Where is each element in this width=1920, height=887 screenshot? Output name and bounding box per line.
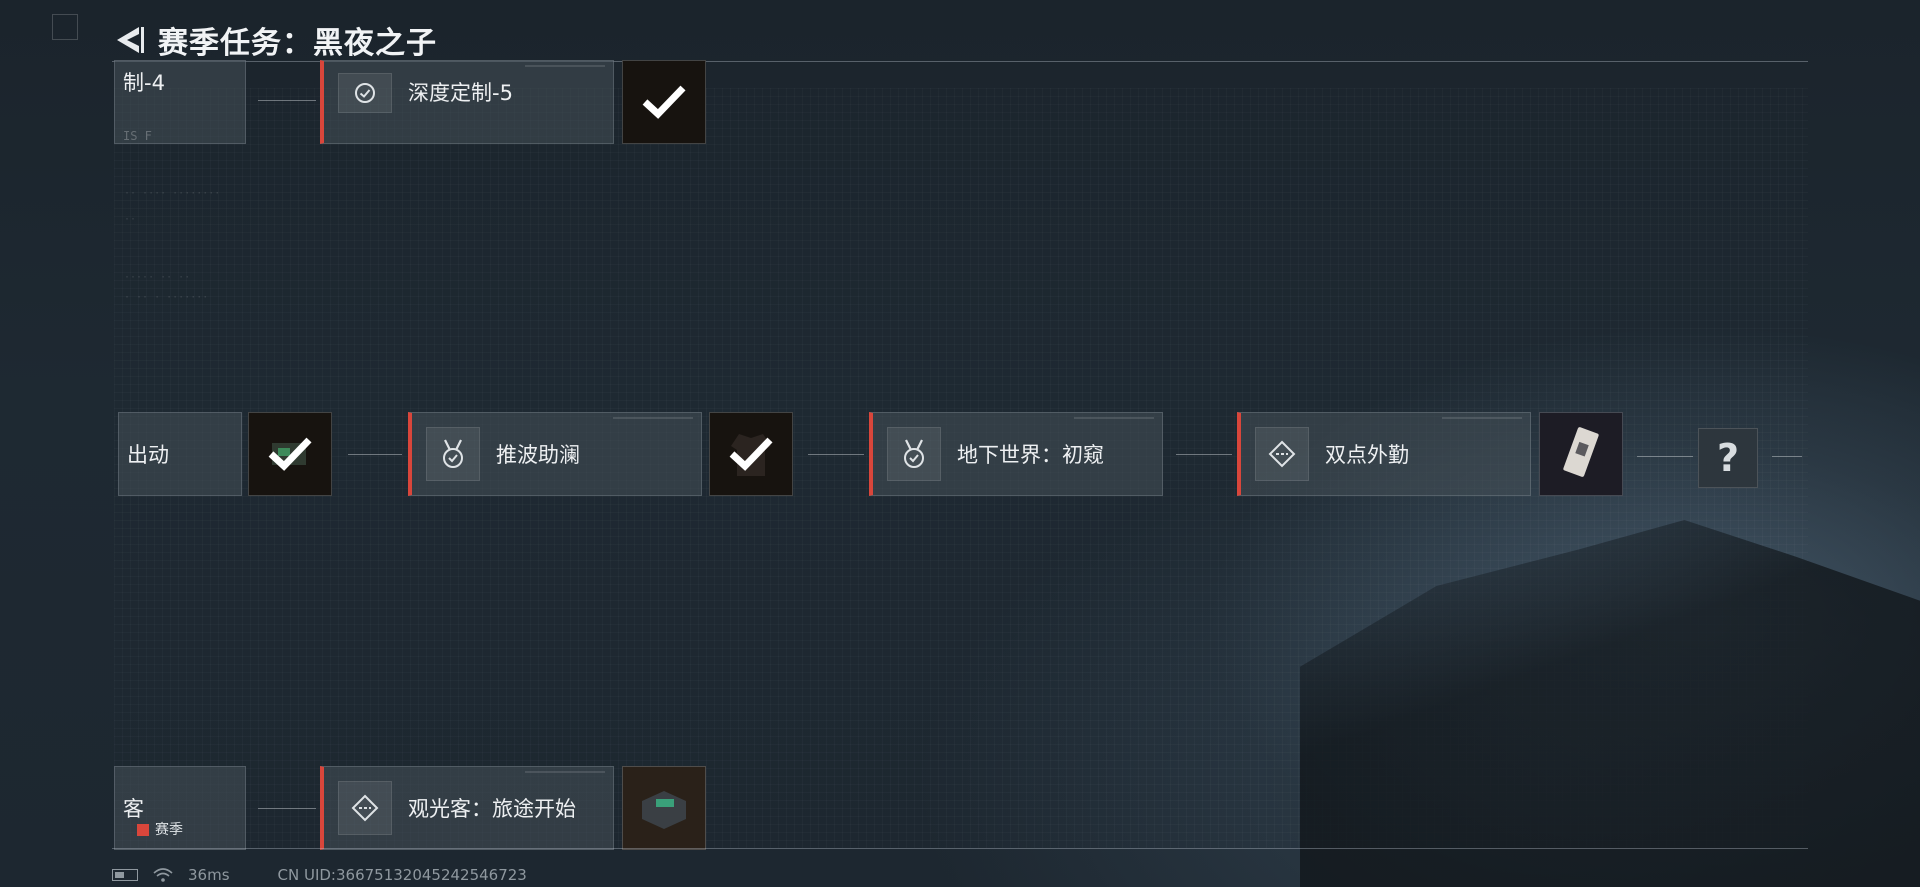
quest-icon-frame bbox=[338, 781, 392, 835]
quest-card-deploy-partial[interactable]: 出动 bbox=[118, 412, 242, 496]
quest-card-deep-custom-5[interactable]: 深度定制-5 bbox=[320, 60, 614, 144]
quest-label: 地下世界：初窥 bbox=[957, 443, 1104, 467]
decor-text: ·· ···· ········ bbox=[124, 188, 221, 199]
decor-text: ····· ·· ·· bbox=[124, 272, 191, 283]
season-tag-marker bbox=[137, 824, 149, 836]
route-diamond-icon bbox=[351, 794, 379, 822]
quest-sub: IS F bbox=[123, 129, 152, 143]
medal-icon bbox=[443, 439, 463, 468]
footer-divider bbox=[112, 848, 1808, 849]
connector-line bbox=[1637, 456, 1693, 457]
battery-icon bbox=[112, 869, 138, 881]
checkmark-icon bbox=[249, 413, 331, 495]
quest-label: 制-4 bbox=[123, 71, 165, 95]
quest-card-dual-fieldwork[interactable]: 双点外勤 bbox=[1237, 412, 1531, 496]
check-circle-icon bbox=[355, 83, 375, 103]
quest-card-tourist-partial[interactable]: 客 赛季 bbox=[114, 766, 246, 850]
quest-card-underworld[interactable]: 地下世界：初窥 bbox=[869, 412, 1163, 496]
decor-text: ·· bbox=[124, 214, 137, 225]
card-accent-line bbox=[525, 65, 605, 67]
quest-label: 深度定制-5 bbox=[408, 81, 513, 105]
reward-slot-completed[interactable] bbox=[709, 412, 793, 496]
ping-value: 36ms bbox=[188, 866, 230, 884]
quest-icon-frame bbox=[426, 427, 480, 481]
card-accent-line bbox=[1442, 417, 1522, 419]
checkmark-icon bbox=[710, 413, 792, 495]
reward-slot-completed[interactable] bbox=[622, 60, 706, 144]
wifi-icon bbox=[153, 868, 173, 882]
reward-slot-card-item[interactable] bbox=[1539, 412, 1623, 496]
reward-slot-case-item[interactable] bbox=[622, 766, 706, 850]
quest-label: 推波助澜 bbox=[496, 443, 580, 467]
reward-slot-completed[interactable] bbox=[248, 412, 332, 496]
connector-line bbox=[258, 100, 316, 101]
connector-line bbox=[1176, 454, 1232, 455]
quest-card-top-partial[interactable]: 制-4 IS F bbox=[114, 60, 246, 144]
status-bar: 36ms CN UID:366751320452425467​23 bbox=[112, 866, 527, 884]
route-diamond-icon bbox=[1268, 440, 1296, 468]
quest-label: 双点外勤 bbox=[1325, 443, 1409, 467]
quest-card-tourist-start[interactable]: 观光客：旅途开始 bbox=[320, 766, 614, 850]
quest-label: 出动 bbox=[127, 443, 169, 467]
connector-line bbox=[1772, 456, 1802, 457]
question-mark-icon: ? bbox=[1716, 436, 1740, 480]
connector-line bbox=[348, 454, 402, 455]
connector-line bbox=[808, 454, 864, 455]
season-tag: 赛季 bbox=[137, 819, 183, 839]
page-title: 赛季任务：黑夜之子 bbox=[158, 26, 437, 61]
quest-card-push-wave[interactable]: 推波助澜 bbox=[408, 412, 702, 496]
locked-quest-mystery[interactable]: ? bbox=[1698, 428, 1758, 488]
keycard-item-icon bbox=[1563, 427, 1599, 477]
card-accent-line bbox=[613, 417, 693, 419]
season-tag-label: 赛季 bbox=[155, 822, 183, 838]
case-item-icon bbox=[642, 791, 686, 829]
connector-line bbox=[258, 808, 316, 809]
corner-frame bbox=[52, 14, 78, 40]
medal-icon bbox=[904, 439, 924, 468]
checkmark-icon bbox=[623, 61, 705, 143]
decor-text: · ·· · ······· bbox=[124, 292, 209, 303]
quest-icon-frame bbox=[1255, 427, 1309, 481]
quest-label: 观光客：旅途开始 bbox=[408, 797, 576, 821]
quest-icon-frame bbox=[887, 427, 941, 481]
user-uid: CN UID:366751320452425467​23 bbox=[277, 866, 527, 884]
quest-icon-frame bbox=[338, 73, 392, 113]
